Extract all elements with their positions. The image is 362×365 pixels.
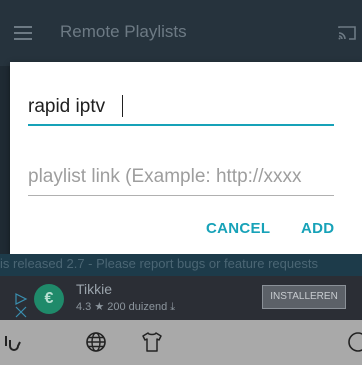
keyboard-toolbar	[0, 320, 362, 365]
link-underline	[28, 195, 334, 196]
gif-icon[interactable]	[2, 330, 26, 354]
name-underline	[28, 124, 334, 126]
text-caret	[122, 95, 123, 117]
playlist-name-field[interactable]	[28, 86, 334, 126]
playlist-link-input[interactable]	[28, 156, 334, 196]
app-bar: Remote Playlists	[0, 0, 362, 66]
release-notice-text: is released 2.7 - Please report bugs or …	[0, 256, 318, 271]
playlist-name-input[interactable]	[28, 86, 334, 126]
page-title: Remote Playlists	[60, 22, 187, 41]
emoji-icon[interactable]	[346, 330, 362, 354]
ad-rating: 4.3 ★ 200 duizend ⤓	[76, 301, 176, 313]
cast-icon[interactable]	[338, 26, 356, 40]
globe-icon[interactable]	[84, 330, 108, 354]
ad-app-name: Tikkie	[76, 281, 113, 297]
shirt-icon[interactable]	[140, 330, 164, 354]
hamburger-menu-icon[interactable]	[14, 26, 32, 40]
add-button[interactable]: ADD	[301, 220, 334, 237]
add-playlist-dialog: CANCEL ADD	[10, 62, 362, 254]
cancel-button[interactable]: CANCEL	[206, 220, 270, 237]
playlist-link-field[interactable]	[28, 156, 334, 196]
tikkie-logo: €	[34, 284, 64, 314]
ad-banner[interactable]: € Tikkie 4.3 ★ 200 duizend ⤓ INSTALLEREN	[0, 276, 362, 320]
ad-choices-icon[interactable]	[14, 292, 28, 318]
install-button[interactable]: INSTALLEREN	[262, 285, 346, 309]
release-notice: is released 2.7 - Please report bugs or …	[0, 254, 362, 276]
